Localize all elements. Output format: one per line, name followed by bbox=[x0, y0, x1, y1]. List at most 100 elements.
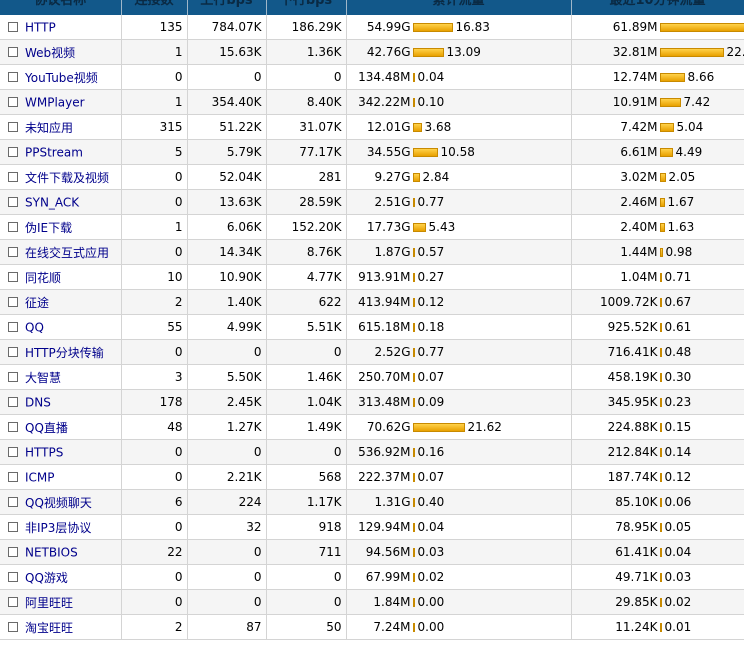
protocol-link[interactable]: 阿里旺旺 bbox=[25, 596, 73, 610]
row-checkbox[interactable] bbox=[8, 522, 18, 532]
recent-traffic-cell: 925.52K 0.61 bbox=[571, 314, 744, 340]
row-checkbox[interactable] bbox=[8, 347, 18, 357]
row-checkbox[interactable] bbox=[8, 172, 18, 182]
table-row: HTTP 135784.07K186.29K 54.99G 16.83 61.89M42… bbox=[0, 15, 744, 40]
protocol-link[interactable]: 文件下载及视频 bbox=[25, 171, 109, 185]
traffic-percent-bar bbox=[659, 447, 662, 457]
row-checkbox[interactable] bbox=[8, 422, 18, 432]
protocol-link[interactable]: QQ视频聊天 bbox=[25, 496, 92, 510]
connections-cell: 0 bbox=[121, 189, 188, 215]
table-row: YouTube视频 0 0 0 134.48M 0.04 12.74M 8.66 bbox=[0, 64, 744, 90]
traffic-value: 536.92M bbox=[358, 445, 411, 459]
upstream-cell: 0 bbox=[187, 589, 267, 615]
upstream-cell: 224 bbox=[187, 489, 267, 515]
table-row: NETBIOS 22 0 711 94.56M 0.03 61.41K 0.04 bbox=[0, 539, 744, 565]
header-downstream-bps[interactable]: 下行bps bbox=[266, 0, 347, 15]
header-total-traffic[interactable]: 累计流量 bbox=[346, 0, 572, 15]
protocol-link[interactable]: ICMP bbox=[25, 470, 55, 484]
traffic-percent: 0.27 bbox=[417, 270, 445, 284]
traffic-percent: 0.57 bbox=[417, 245, 445, 259]
traffic-value: 224.88K bbox=[607, 420, 658, 434]
traffic-percent-bar bbox=[659, 72, 685, 82]
protocol-link[interactable]: NETBIOS bbox=[25, 545, 78, 559]
downstream-cell: 28.59K bbox=[266, 189, 347, 215]
header-upstream-bps[interactable]: 上行bps bbox=[187, 0, 267, 15]
row-checkbox[interactable] bbox=[8, 147, 18, 158]
protocol-name-cell: HTTP bbox=[0, 15, 122, 40]
protocol-link[interactable]: 同花顺 bbox=[25, 271, 61, 285]
row-checkbox[interactable] bbox=[8, 297, 18, 307]
protocol-link[interactable]: 非IP3层协议 bbox=[25, 521, 91, 535]
recent-traffic-cell: 1.04M 0.71 bbox=[571, 264, 744, 290]
protocol-link[interactable]: 未知应用 bbox=[25, 121, 73, 135]
row-checkbox[interactable] bbox=[8, 22, 18, 33]
row-checkbox[interactable] bbox=[8, 472, 18, 483]
protocol-link[interactable]: 在线交互式应用 bbox=[25, 246, 109, 260]
row-checkbox[interactable] bbox=[8, 372, 18, 382]
recent-traffic-cell: 7.42M 5.04 bbox=[571, 114, 744, 140]
upstream-cell: 87 bbox=[187, 614, 267, 640]
row-checkbox[interactable] bbox=[8, 122, 18, 132]
header-protocol-name[interactable]: 协议名称 bbox=[0, 0, 122, 15]
total-traffic-cell: 413.94M 0.12 bbox=[346, 289, 572, 315]
connections-cell: 0 bbox=[121, 339, 188, 365]
protocol-link[interactable]: WMPlayer bbox=[25, 95, 85, 109]
traffic-value: 2.46M bbox=[620, 195, 658, 209]
row-checkbox[interactable] bbox=[8, 497, 18, 507]
protocol-name-cell: QQ视频聊天 bbox=[0, 489, 122, 515]
row-checkbox[interactable] bbox=[8, 322, 18, 333]
traffic-percent: 8.66 bbox=[687, 70, 715, 84]
traffic-value: 11.24K bbox=[615, 620, 658, 634]
traffic-percent: 22.31 bbox=[726, 45, 744, 59]
total-traffic-cell: 615.18M 0.18 bbox=[346, 314, 572, 340]
header-recent-traffic[interactable]: 最近10分钟流量 bbox=[571, 0, 744, 15]
traffic-percent: 0.04 bbox=[417, 70, 445, 84]
row-checkbox[interactable] bbox=[8, 97, 18, 108]
row-checkbox[interactable] bbox=[8, 197, 18, 208]
row-checkbox[interactable] bbox=[8, 247, 18, 257]
row-checkbox[interactable] bbox=[8, 397, 18, 408]
traffic-percent: 4.49 bbox=[675, 145, 703, 159]
protocol-name-cell: 在线交互式应用 bbox=[0, 239, 122, 265]
row-checkbox[interactable] bbox=[8, 547, 18, 558]
connections-cell: 0 bbox=[121, 439, 188, 465]
connections-cell: 6 bbox=[121, 489, 188, 515]
protocol-link[interactable]: HTTP bbox=[25, 20, 56, 34]
protocol-name-cell: PPStream bbox=[0, 139, 122, 165]
protocol-link[interactable]: HTTPS bbox=[25, 445, 63, 459]
traffic-percent: 16.83 bbox=[455, 20, 490, 34]
protocol-link[interactable]: QQ游戏 bbox=[25, 571, 68, 585]
row-checkbox[interactable] bbox=[8, 272, 18, 282]
protocol-link[interactable]: 淘宝旺旺 bbox=[25, 621, 73, 635]
traffic-value: 1.84M bbox=[373, 595, 411, 609]
traffic-percent: 2.05 bbox=[668, 170, 696, 184]
protocol-link[interactable]: SYN_ACK bbox=[25, 195, 79, 209]
connections-cell: 2 bbox=[121, 614, 188, 640]
connections-cell: 2 bbox=[121, 289, 188, 315]
protocol-link[interactable]: 征途 bbox=[25, 296, 49, 310]
protocol-link[interactable]: DNS bbox=[25, 395, 51, 409]
protocol-link[interactable]: QQ直播 bbox=[25, 421, 68, 435]
protocol-link[interactable]: Web视频 bbox=[25, 46, 75, 60]
protocol-link[interactable]: PPStream bbox=[25, 145, 83, 159]
traffic-percent: 7.42 bbox=[683, 95, 711, 109]
recent-traffic-cell: 10.91M 7.42 bbox=[571, 89, 744, 115]
protocol-traffic-table: 协议名称 连接数 上行bps 下行bps 累计流量 最近10分钟流量 HTTP 1… bbox=[0, 0, 744, 640]
header-connections[interactable]: 连接数 bbox=[121, 0, 188, 15]
table-row: DNS 178 2.45K 1.04K 313.48M 0.09 345.95K 0.23 bbox=[0, 389, 744, 415]
row-checkbox[interactable] bbox=[8, 572, 18, 582]
traffic-value: 250.70M bbox=[358, 370, 411, 384]
protocol-link[interactable]: 伪IE下载 bbox=[25, 221, 72, 235]
row-checkbox[interactable] bbox=[8, 72, 18, 82]
traffic-percent-bar bbox=[659, 97, 681, 107]
protocol-link[interactable]: HTTP分块传输 bbox=[25, 346, 104, 360]
protocol-link[interactable]: 大智慧 bbox=[25, 371, 61, 385]
row-checkbox[interactable] bbox=[8, 447, 18, 458]
traffic-percent: 0.40 bbox=[417, 495, 445, 509]
row-checkbox[interactable] bbox=[8, 47, 18, 57]
protocol-link[interactable]: QQ bbox=[25, 320, 44, 334]
row-checkbox[interactable] bbox=[8, 222, 18, 232]
protocol-link[interactable]: YouTube视频 bbox=[25, 71, 98, 85]
row-checkbox[interactable] bbox=[8, 622, 18, 632]
row-checkbox[interactable] bbox=[8, 597, 18, 607]
